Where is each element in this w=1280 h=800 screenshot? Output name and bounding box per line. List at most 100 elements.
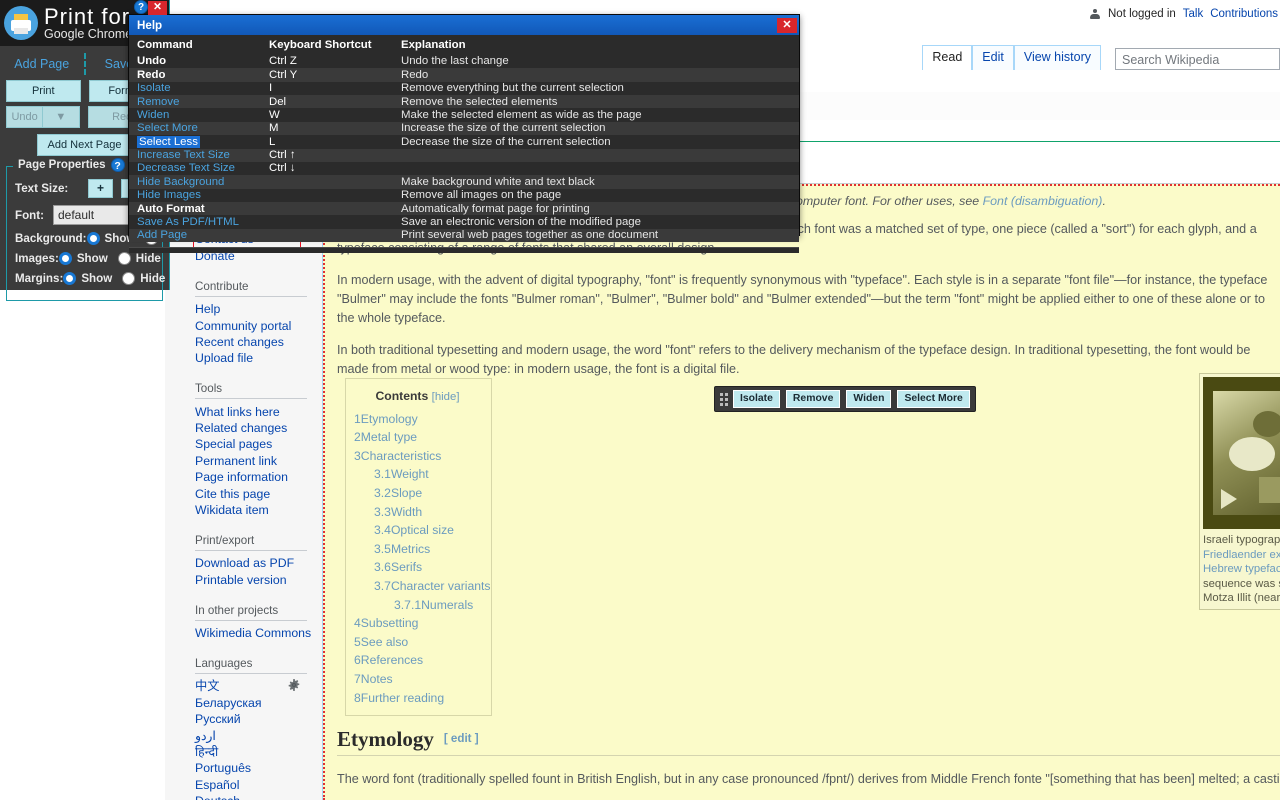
help-row[interactable]: Auto Format Automatically format page for… xyxy=(129,202,799,216)
sidebar-link[interactable]: Cite this page xyxy=(195,486,322,502)
toc-item[interactable]: 6 References xyxy=(352,651,483,670)
radio-hide[interactable] xyxy=(122,272,136,285)
radio-label[interactable]: Show xyxy=(77,252,108,265)
sidebar-link[interactable]: 中文 xyxy=(195,679,322,695)
toc-hide-link[interactable]: [hide] xyxy=(432,391,460,403)
toc-item[interactable]: 4 Subsetting xyxy=(352,614,483,633)
toc-item-label[interactable]: Character variants xyxy=(391,579,491,593)
sidebar-link[interactable]: Беларуская xyxy=(195,695,322,711)
toc-item[interactable]: 3.3 Width xyxy=(352,503,483,522)
remove-button[interactable]: Remove xyxy=(785,390,841,408)
toc-item[interactable]: 1 Etymology xyxy=(352,410,483,429)
gear-icon[interactable] xyxy=(288,679,300,691)
sidebar-link[interactable]: हिन्दी xyxy=(195,745,322,761)
toc-item-label[interactable]: Metal type xyxy=(361,430,417,444)
sidebar-link[interactable]: Special pages xyxy=(195,437,322,453)
toc-item-label[interactable]: Weight xyxy=(391,467,429,481)
toc-item-label[interactable]: Numerals xyxy=(421,598,473,612)
play-icon[interactable] xyxy=(1221,489,1237,509)
radio-show[interactable] xyxy=(86,232,100,245)
help-row[interactable]: Decrease Text Size Ctrl ↓ xyxy=(129,162,799,175)
sidebar-link[interactable]: Upload file xyxy=(195,351,322,367)
print-button[interactable]: Print xyxy=(6,80,81,102)
toc-item[interactable]: 2 Metal type xyxy=(352,428,483,447)
sidebar-link[interactable]: Help xyxy=(195,302,322,318)
sidebar-link[interactable]: What links here xyxy=(195,404,322,420)
radio-show[interactable] xyxy=(58,252,72,265)
question-mark-icon[interactable]: ? xyxy=(110,158,125,172)
toc-item[interactable]: 3.5 Metrics xyxy=(352,540,483,559)
toc-item[interactable]: 3.7 Character variants xyxy=(352,577,491,596)
widen-button[interactable]: Widen xyxy=(846,390,892,408)
help-row[interactable]: Save As PDF/HTML Save an electronic versi… xyxy=(129,215,799,228)
contributions-link[interactable]: Contributions xyxy=(1210,8,1278,20)
section-edit-link[interactable]: [ edit ] xyxy=(444,732,479,745)
question-mark-icon[interactable]: ? xyxy=(134,0,148,14)
help-row[interactable]: Redo Ctrl Y Redo xyxy=(129,68,799,82)
sidebar-link[interactable]: Wikidata item xyxy=(195,503,322,519)
toc-item-label[interactable]: Characteristics xyxy=(361,449,442,463)
help-row[interactable]: Isolate I Remove everything but the curren… xyxy=(129,82,799,95)
help-row[interactable]: Add Page Print several web pages together… xyxy=(129,228,799,243)
help-row[interactable]: Undo Ctrl Z Undo the last change xyxy=(129,55,799,68)
toc-item[interactable]: 3.6 Serifs xyxy=(352,558,483,577)
radio-label[interactable]: Show xyxy=(81,272,112,285)
sidebar-link[interactable]: Page information xyxy=(195,470,322,486)
talk-link[interactable]: Talk xyxy=(1183,8,1203,20)
radio-hide[interactable] xyxy=(117,252,131,265)
help-titlebar[interactable]: Help ✕ xyxy=(129,15,799,35)
text-size-increase-button[interactable]: + xyxy=(87,179,113,198)
toc-item-label[interactable]: Etymology xyxy=(361,412,418,426)
tab-read[interactable]: Read xyxy=(922,45,973,70)
sidebar-link[interactable]: Community portal xyxy=(195,318,322,334)
drag-grip-icon[interactable] xyxy=(720,392,728,406)
isolate-button[interactable]: Isolate xyxy=(733,390,780,408)
sidebar-link[interactable]: Português xyxy=(195,761,322,777)
toc-item[interactable]: 8 Further reading xyxy=(352,689,483,708)
tab-view-history[interactable]: View history xyxy=(1013,45,1101,70)
toc-item-label[interactable]: Serifs xyxy=(391,560,422,574)
toc-item[interactable]: 3.2 Slope xyxy=(352,484,483,503)
add-page-link[interactable]: Add Page xyxy=(0,57,84,71)
sidebar-link[interactable]: Español xyxy=(195,777,322,793)
chevron-down-icon[interactable]: ▼ xyxy=(42,106,80,128)
radio-label[interactable]: Hide xyxy=(136,252,161,265)
help-row[interactable]: Select More M Increase the size of the cur… xyxy=(129,121,799,136)
radio-show[interactable] xyxy=(63,272,77,285)
toc-item-label[interactable]: References xyxy=(361,653,423,667)
sidebar-link[interactable]: Related changes xyxy=(195,421,322,437)
tab-edit[interactable]: Edit xyxy=(972,45,1014,70)
sidebar-link[interactable]: Recent changes xyxy=(195,335,322,351)
undo-split-button[interactable]: Undo ▼ xyxy=(6,106,80,128)
sidebar-link[interactable]: Wikimedia Commons xyxy=(195,626,322,642)
help-row[interactable]: Remove Del Remove the selected elements xyxy=(129,95,799,109)
toc-item-label[interactable]: See also xyxy=(361,635,408,649)
toc-item-label[interactable]: Width xyxy=(391,505,422,519)
article-thumbnail[interactable]: Israeli typographer Friedlaender examines… xyxy=(1199,373,1280,610)
radio-label[interactable]: Hide xyxy=(140,272,165,285)
dabnote-link[interactable]: Font (disambiguation) xyxy=(983,194,1103,208)
toc-item[interactable]: 3.1 Weight xyxy=(352,465,483,484)
close-icon[interactable]: ✕ xyxy=(777,17,797,33)
help-dialog[interactable]: Help ✕ Command Keyboard Shortcut Explana… xyxy=(128,14,800,254)
selection-toolbar[interactable]: Isolate Remove Widen Select More xyxy=(714,386,976,412)
toc-item-label[interactable]: Metrics xyxy=(391,542,430,556)
toc-item-label[interactable]: Slope xyxy=(391,486,422,500)
sidebar-link[interactable]: Permanent link xyxy=(195,453,322,469)
help-row[interactable]: Hide Images Remove all images on the page xyxy=(129,189,799,202)
toc-item[interactable]: 5 See also xyxy=(352,633,483,652)
toc-item-label[interactable]: Further reading xyxy=(361,691,444,705)
help-row[interactable]: Widen W Make the selected element as wide … xyxy=(129,108,799,121)
toc-item-label[interactable]: Notes xyxy=(361,672,393,686)
sidebar-link[interactable]: Русский xyxy=(195,712,322,728)
select-more-button[interactable]: Select More xyxy=(897,390,970,408)
toc-item[interactable]: 3.4 Optical size xyxy=(352,521,483,540)
search-input[interactable]: Search Wikipedia xyxy=(1115,48,1280,70)
toc-item[interactable]: 3 Characteristics xyxy=(352,447,483,466)
sidebar-link[interactable]: Printable version xyxy=(195,572,322,588)
undo-button[interactable]: Undo xyxy=(6,106,43,128)
sidebar-link[interactable]: اردو xyxy=(195,728,322,744)
toc-item[interactable]: 7 Notes xyxy=(352,670,483,689)
help-row[interactable]: Hide Background Make background white and… xyxy=(129,175,799,189)
toc-item-label[interactable]: Subsetting xyxy=(361,616,419,630)
